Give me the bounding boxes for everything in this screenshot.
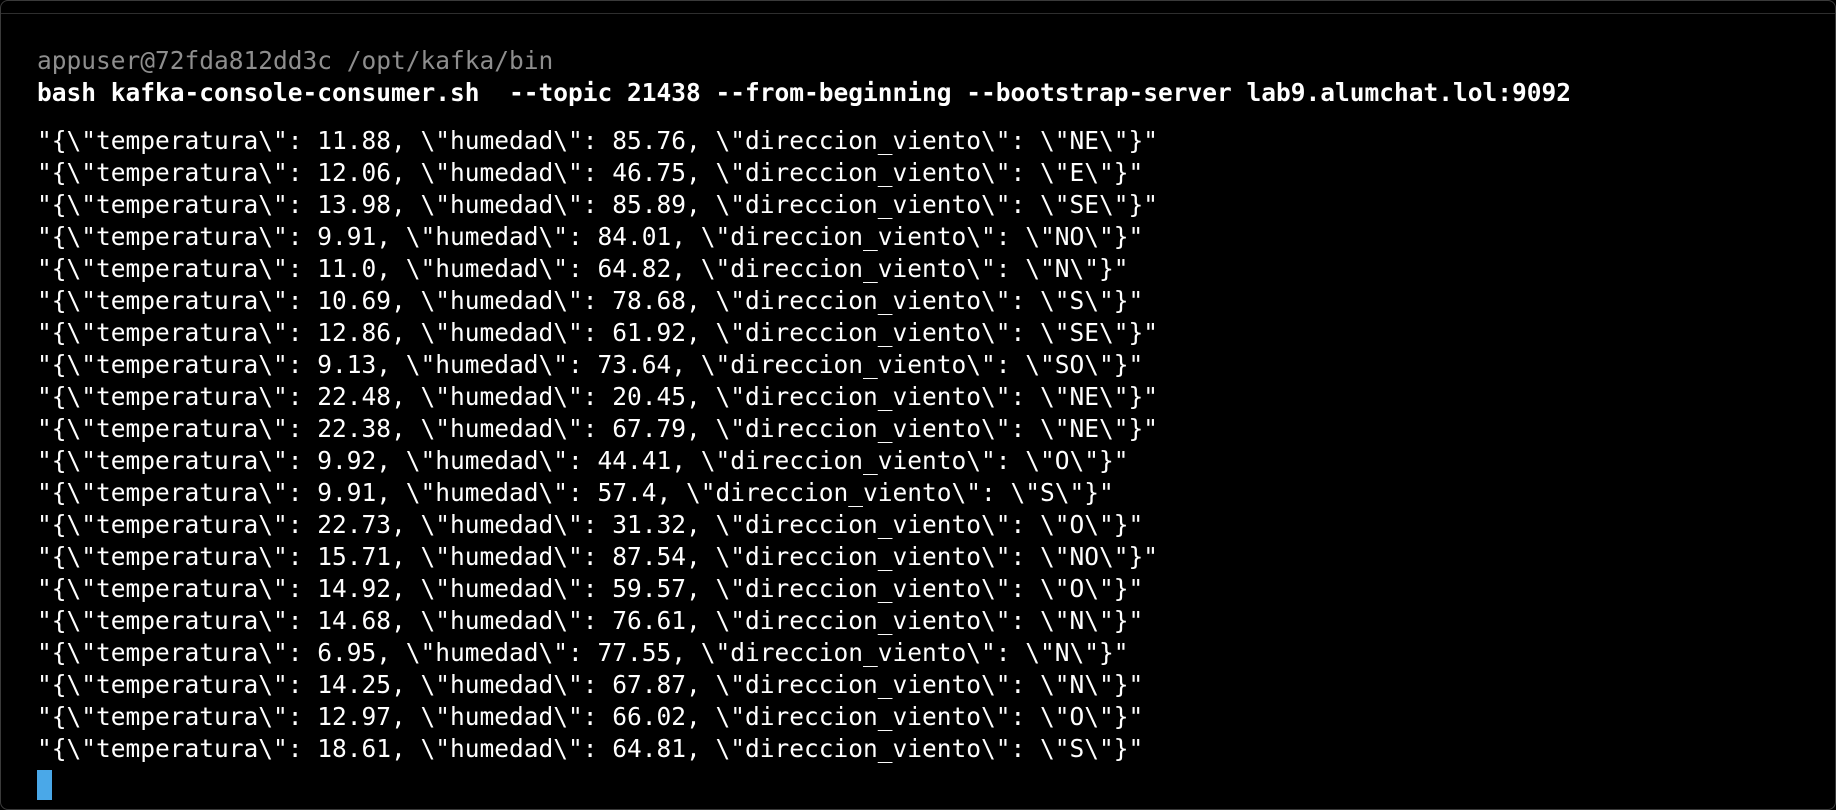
output-line: "{\"temperatura\": 15.71, \"humedad\": 8… bbox=[37, 542, 1159, 571]
output-line: "{\"temperatura\": 14.92, \"humedad\": 5… bbox=[37, 574, 1144, 603]
output-line: "{\"temperatura\": 9.91, \"humedad\": 57… bbox=[37, 478, 1114, 507]
title-divider bbox=[1, 13, 1835, 14]
output-line: "{\"temperatura\": 14.25, \"humedad\": 6… bbox=[37, 670, 1144, 699]
output-line: "{\"temperatura\": 14.68, \"humedad\": 7… bbox=[37, 606, 1144, 635]
terminal-content[interactable]: appuser@72fda812dd3c /opt/kafka/bin bash… bbox=[37, 45, 1815, 805]
consumer-output: "{\"temperatura\": 11.88, \"humedad\": 8… bbox=[37, 125, 1815, 765]
input-line[interactable] bbox=[37, 765, 1815, 805]
output-line: "{\"temperatura\": 6.95, \"humedad\": 77… bbox=[37, 638, 1129, 667]
output-line: "{\"temperatura\": 12.97, \"humedad\": 6… bbox=[37, 702, 1144, 731]
output-line: "{\"temperatura\": 9.91, \"humedad\": 84… bbox=[37, 222, 1144, 251]
output-line: "{\"temperatura\": 11.88, \"humedad\": 8… bbox=[37, 126, 1159, 155]
output-line: "{\"temperatura\": 18.61, \"humedad\": 6… bbox=[37, 734, 1144, 763]
output-line: "{\"temperatura\": 12.06, \"humedad\": 4… bbox=[37, 158, 1144, 187]
command-line: bash kafka-console-consumer.sh --topic 2… bbox=[37, 78, 1572, 107]
output-line: "{\"temperatura\": 9.13, \"humedad\": 73… bbox=[37, 350, 1144, 379]
output-line: "{\"temperatura\": 9.92, \"humedad\": 44… bbox=[37, 446, 1129, 475]
output-line: "{\"temperatura\": 22.48, \"humedad\": 2… bbox=[37, 382, 1159, 411]
output-line: "{\"temperatura\": 22.38, \"humedad\": 6… bbox=[37, 414, 1159, 443]
prompt-path: appuser@72fda812dd3c /opt/kafka/bin bbox=[37, 46, 554, 75]
terminal-cursor bbox=[37, 770, 52, 800]
terminal-window[interactable]: appuser@72fda812dd3c /opt/kafka/bin bash… bbox=[0, 0, 1836, 810]
output-line: "{\"temperatura\": 22.73, \"humedad\": 3… bbox=[37, 510, 1144, 539]
output-line: "{\"temperatura\": 13.98, \"humedad\": 8… bbox=[37, 190, 1159, 219]
output-line: "{\"temperatura\": 10.69, \"humedad\": 7… bbox=[37, 286, 1144, 315]
output-line: "{\"temperatura\": 11.0, \"humedad\": 64… bbox=[37, 254, 1129, 283]
output-line: "{\"temperatura\": 12.86, \"humedad\": 6… bbox=[37, 318, 1159, 347]
